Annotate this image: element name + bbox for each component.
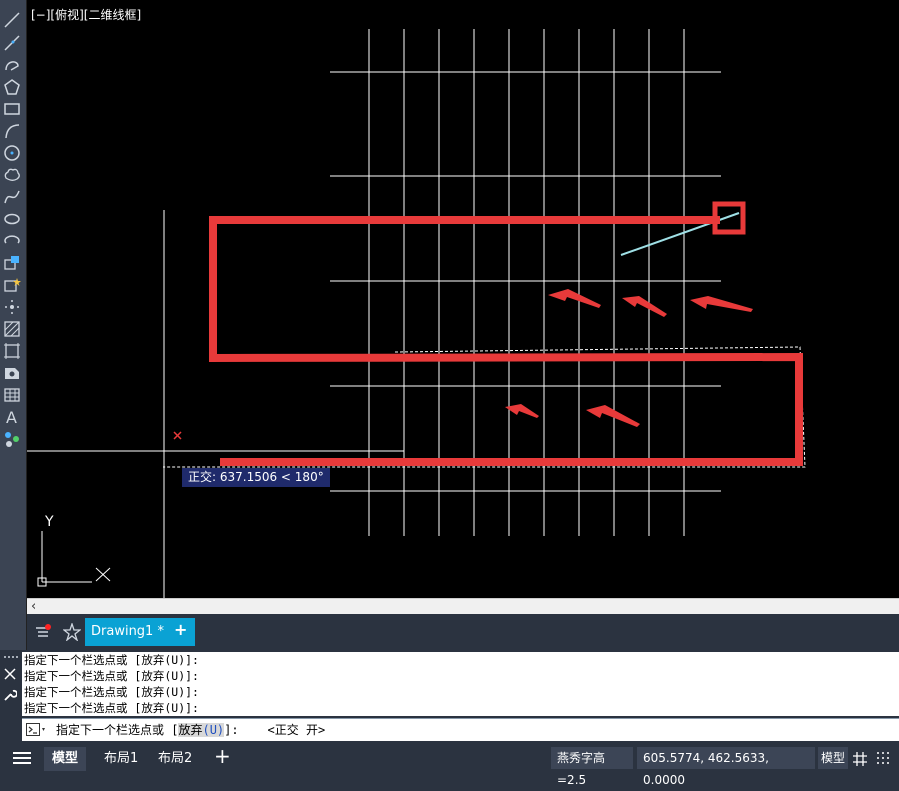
draw-toolbar: A: [0, 0, 27, 650]
ellipse-icon[interactable]: [2, 209, 22, 229]
tab-layout1[interactable]: 布局1: [96, 747, 146, 771]
undo-option[interactable]: 放弃(U): [178, 723, 225, 737]
arc2-icon[interactable]: [2, 121, 22, 141]
line-icon[interactable]: [2, 10, 22, 30]
horizontal-scrollbar[interactable]: ‹: [27, 598, 899, 615]
drawing-canvas[interactable]: [−][俯视][二维线框] Y 正交: 637.1506 < 180°: [27, 0, 899, 598]
grid-horizontal-lines: [330, 71, 721, 492]
ucs-y-label: Y: [44, 514, 54, 530]
command-input[interactable]: 指定下一个栏选点或 [放弃(U)]: <正交 开>: [22, 718, 899, 741]
hatch-icon[interactable]: [2, 319, 22, 339]
add-layout-button[interactable]: +: [206, 744, 239, 768]
command-history: 指定下一个栏选点或 [放弃(U)]: 指定下一个栏选点或 [放弃(U)]: 指定…: [22, 652, 899, 716]
fence-rubber-band: [163, 346, 806, 468]
point-icon[interactable]: [2, 297, 22, 317]
hamburger-menu-icon[interactable]: [12, 750, 32, 766]
add-selected-icon[interactable]: [2, 429, 22, 449]
close-icon[interactable]: [4, 668, 16, 680]
text-icon[interactable]: A: [2, 407, 22, 427]
text-height-status[interactable]: 燕秀字高=2.5: [551, 747, 633, 787]
space-toggle[interactable]: 模型: [818, 747, 848, 769]
wrench-icon[interactable]: [3, 688, 17, 702]
favorite-star-icon[interactable]: [63, 623, 81, 641]
command-prompt-icon[interactable]: [26, 723, 48, 737]
history-line: 指定下一个栏选点或 [放弃(U)]:: [24, 669, 199, 683]
scroll-left-icon[interactable]: ‹: [31, 599, 36, 615]
document-tab-bar: Drawing1 * +: [27, 614, 899, 650]
file-list-icon[interactable]: [35, 624, 51, 640]
grip-icon[interactable]: [3, 654, 19, 660]
new-tab-button[interactable]: +: [174, 620, 187, 639]
svg-text:A: A: [6, 408, 17, 426]
rectangle-icon[interactable]: [2, 99, 22, 119]
circle-icon[interactable]: [2, 143, 22, 163]
spline-icon[interactable]: [2, 187, 22, 207]
insert-block-icon[interactable]: [2, 253, 22, 273]
undo-option-key: (U): [202, 723, 225, 737]
annotation-path: [209, 216, 803, 466]
make-block-icon[interactable]: [2, 275, 22, 295]
ucs-icon: [37, 531, 111, 587]
command-prompt-text: 指定下一个栏选点或 [放弃(U)]: <正交 开>: [56, 719, 325, 741]
tab-layout2[interactable]: 布局2: [150, 747, 200, 771]
prompt-prefix: 指定下一个栏选点或 [: [56, 723, 179, 737]
history-line: 指定下一个栏选点或 [放弃(U)]:: [24, 653, 199, 667]
history-line: 指定下一个栏选点或 [放弃(U)]:: [24, 685, 199, 699]
undo-option-label: 放弃: [178, 723, 203, 737]
prompt-suffix: ]: <正交 开>: [224, 723, 326, 737]
coordinates-display[interactable]: 605.5774, 462.5633, 0.0000: [637, 747, 815, 787]
cloud-icon[interactable]: [2, 165, 22, 185]
status-bar: 模型 布局1 布局2 + 燕秀字高=2.5 605.5774, 462.5633…: [0, 741, 899, 787]
insert-image-icon[interactable]: [2, 363, 22, 383]
history-line: 指定下一个栏选点或 [放弃(U)]:: [24, 701, 199, 715]
polygon-icon[interactable]: [2, 77, 22, 97]
tab-model[interactable]: 模型: [44, 747, 87, 771]
table-icon[interactable]: [2, 385, 22, 405]
polyline-icon[interactable]: [2, 33, 22, 53]
ellipse-arc-icon[interactable]: [2, 231, 22, 251]
drawing-geometry: Y: [27, 29, 806, 598]
ortho-tooltip: 正交: 637.1506 < 180°: [182, 468, 330, 487]
command-side-controls: [0, 650, 22, 740]
arc-icon[interactable]: [2, 55, 22, 75]
grid-icon[interactable]: [852, 751, 868, 767]
snap-icon[interactable]: [876, 751, 892, 767]
region-icon[interactable]: [2, 341, 22, 361]
cursor-marker-icon: [173, 431, 182, 440]
